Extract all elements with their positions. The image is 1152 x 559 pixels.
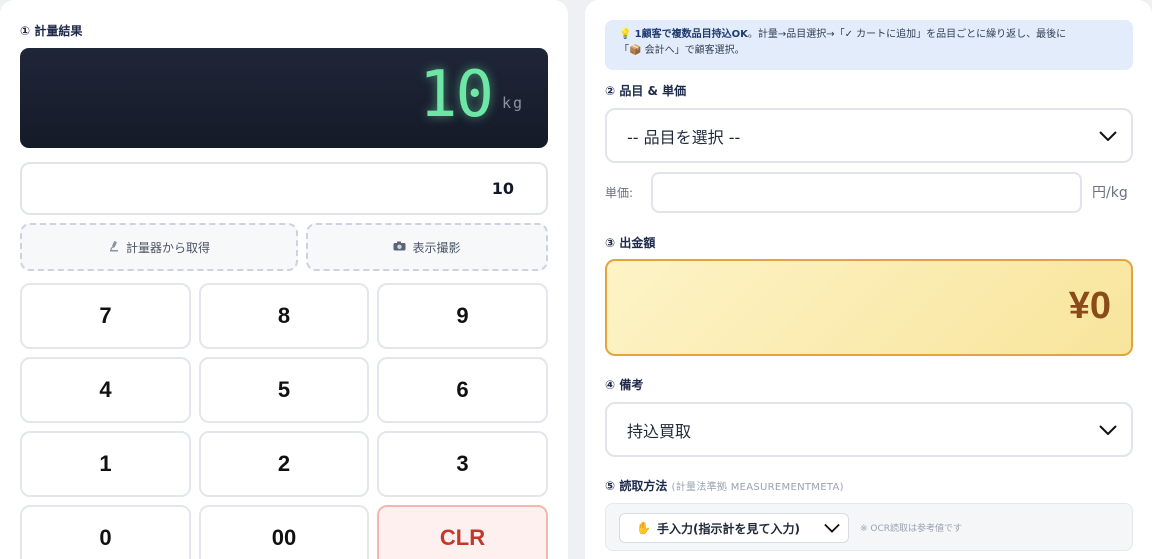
unit-price-input[interactable] (651, 172, 1082, 213)
key-6[interactable]: 6 (377, 357, 548, 423)
chevron-down-icon (1099, 130, 1117, 141)
key-8[interactable]: 8 (199, 283, 369, 349)
key-00[interactable]: 00 (199, 505, 369, 559)
item-select-value: -- 品目を選択 -- (627, 127, 741, 147)
hint-bold-text: 1顧客で複数品目持込OK (634, 29, 748, 40)
payout-amount: ¥0 (605, 259, 1133, 356)
key-3[interactable]: 3 (377, 431, 548, 497)
section-label-item: ② 品目 & 単価 (605, 84, 687, 98)
reading-method-select[interactable]: ✋ 手入力(指示計を見て入力) (619, 513, 849, 543)
section-label-scale: ① 計量結果 (20, 24, 83, 38)
key-clear[interactable]: CLR (377, 505, 548, 559)
key-0[interactable]: 0 (20, 505, 191, 559)
weight-input[interactable]: 10 (20, 162, 548, 215)
ocr-note: ※ OCR読取は参考値です (860, 524, 963, 534)
item-select[interactable]: -- 品目を選択 -- (605, 108, 1133, 163)
section-label-reading: ⑤ 読取方法 (計量法準拠 MEASUREMENTMETA) (605, 477, 844, 494)
remarks-select-value: 持込買取 (627, 421, 692, 441)
fetch-from-scale-button[interactable]: 計量器から取得 (20, 223, 298, 271)
weight-display: 10 kg (20, 48, 548, 148)
key-7[interactable]: 7 (20, 283, 191, 349)
photo-display-button[interactable]: 表示撮影 (306, 223, 548, 271)
key-2[interactable]: 2 (199, 431, 369, 497)
remarks-select[interactable]: 持込買取 (605, 402, 1133, 457)
display-unit: kg (501, 94, 524, 112)
key-9[interactable]: 9 (377, 283, 548, 349)
display-value: 10 (418, 58, 494, 132)
transaction-panel: 💡 1顧客で複数品目持込OK。計量→品目選択→「✓ カートに追加」を品目ごとに繰… (585, 0, 1152, 559)
chevron-down-icon (1099, 424, 1117, 435)
lightbulb-icon: 💡 (619, 29, 632, 40)
section-label-amount: ③ 出金額 (605, 236, 656, 250)
camera-icon (393, 241, 406, 254)
raised-hand-icon: ✋ (636, 521, 651, 535)
key-4[interactable]: 4 (20, 357, 191, 423)
unit-price-unit: 円/kg (1092, 185, 1128, 201)
reading-sub-label: (計量法準拠 MEASUREMENTMETA) (671, 482, 844, 493)
reading-label: ⑤ 読取方法 (605, 479, 668, 493)
chevron-down-icon (824, 523, 840, 533)
unit-price-label: 単価: (605, 186, 634, 200)
fetch-button-label: 計量器から取得 (125, 240, 210, 255)
scale-panel: ① 計量結果 10 kg 10 計量器から取得 表示撮影 7 8 9 4 5 6… (0, 0, 568, 559)
payout-amount-value: ¥0 (1068, 285, 1111, 327)
multi-item-hint: 💡 1顧客で複数品目持込OK。計量→品目選択→「✓ カートに追加」を品目ごとに繰… (605, 20, 1133, 70)
reading-method-value: 手入力(指示計を見て入力) (656, 521, 800, 536)
section-label-remarks: ④ 備考 (605, 378, 644, 392)
key-1[interactable]: 1 (20, 431, 191, 497)
reading-method-area: ✋ 手入力(指示計を見て入力) ※ OCR読取は参考値です (605, 503, 1133, 551)
key-5[interactable]: 5 (199, 357, 369, 423)
photo-button-label: 表示撮影 (412, 240, 461, 255)
hint-line2: 「📦 会計へ」で顧客選択。 (619, 45, 745, 56)
hint-line1: 。計量→品目選択→「✓ カートに追加」を品目ごとに繰り返し、最後に (747, 29, 1067, 40)
microscope-icon (108, 240, 120, 255)
